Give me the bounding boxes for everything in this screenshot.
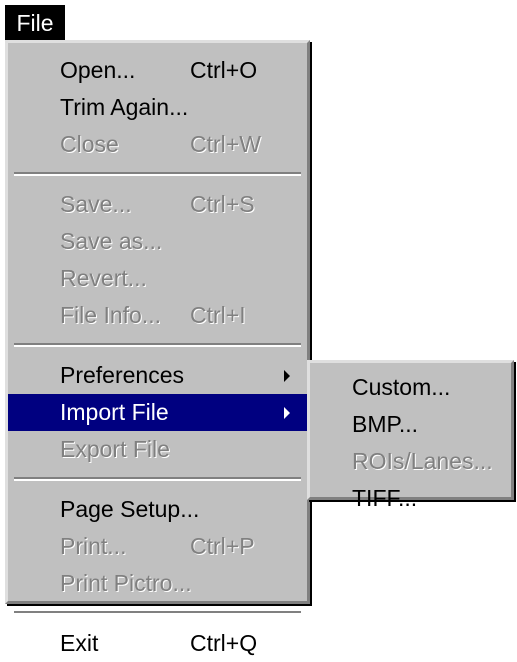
menu-item-label: Print Pictro... [60,570,192,596]
menu-item-page-setup[interactable]: Page Setup... [8,491,307,528]
file-menu: Open... Ctrl+O Trim Again... Close Ctrl+… [5,40,310,656]
submenu-item-label: Custom... [352,374,451,400]
menu-item-shortcut: Ctrl+I [190,302,246,328]
menu-item-label: Save... [60,191,132,217]
menu-item-label: Open... [60,57,136,83]
submenu-item-tiff[interactable]: TIFF... [310,480,511,517]
menu-item-label: Revert... [60,265,147,291]
submenu-item-custom[interactable]: Custom... [310,369,511,406]
menu-item-shortcut: Ctrl+O [190,57,258,83]
menu-item-file-info: File Info... Ctrl+I [8,297,307,334]
submenu-arrow-icon [284,407,290,419]
menu-item-open[interactable]: Open... Ctrl+O [8,52,307,89]
import-file-submenu: Custom... BMP... ROIs/Lanes... TIFF... [307,360,514,511]
menu-item-close: Close Ctrl+W [8,126,307,163]
submenu-item-rois-lanes: ROIs/Lanes... [310,443,511,480]
menu-item-label: Trim Again... [60,94,189,120]
menu-item-print-pictro: Print Pictro... [8,565,307,602]
menu-item-label: Save as... [60,228,163,254]
menu-item-exit[interactable]: Exit Ctrl+Q [8,625,307,662]
menu-item-shortcut: Ctrl+W [190,131,261,157]
menu-separator [14,172,301,176]
submenu-item-label: BMP... [352,411,419,437]
menu-separator [14,477,301,481]
menu-item-import-file[interactable]: Import File [8,394,307,431]
menu-item-label: Page Setup... [60,496,200,522]
menu-item-shortcut: Ctrl+Q [190,630,258,656]
submenu-item-label: TIFF... [352,485,418,511]
menu-separator [14,611,301,615]
menu-item-label: Close [60,131,119,157]
menu-item-shortcut: Ctrl+P [190,533,255,559]
menu-item-label: File Info... [60,302,161,328]
menu-item-trim-again[interactable]: Trim Again... [8,89,307,126]
menu-item-export-file: Export File [8,431,307,468]
submenu-arrow-icon [284,370,290,382]
menu-item-label: Export File [60,436,170,462]
menu-item-preferences[interactable]: Preferences [8,357,307,394]
menu-separator [14,343,301,347]
menu-item-revert: Revert... [8,260,307,297]
menu-item-label: Preferences [60,362,185,388]
menubar-file[interactable]: File [5,5,65,42]
menu-item-print: Print... Ctrl+P [8,528,307,565]
menu-item-shortcut: Ctrl+S [190,191,255,217]
menu-item-label: Print... [60,533,127,559]
menu-item-save-as: Save as... [8,223,307,260]
menubar-file-label: File [16,10,54,36]
submenu-item-bmp[interactable]: BMP... [310,406,511,443]
menu-item-save: Save... Ctrl+S [8,186,307,223]
menu-item-label: Import File [60,399,169,425]
submenu-item-label: ROIs/Lanes... [352,448,493,474]
menu-item-label: Exit [60,630,99,656]
